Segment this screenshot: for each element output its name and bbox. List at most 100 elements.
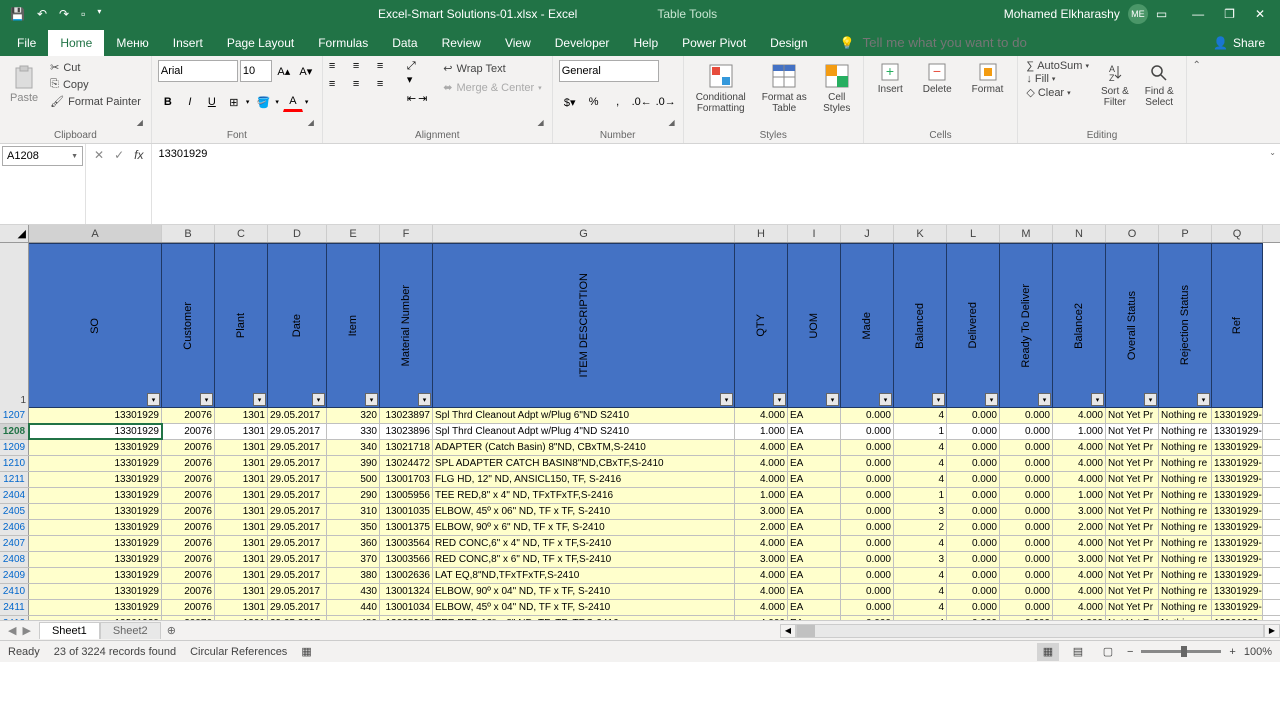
cell[interactable]: 0.000 <box>1000 504 1053 519</box>
cell[interactable]: 29.05.2017 <box>268 408 327 423</box>
table-row[interactable]: 24061330192920076130129.05.2017350130013… <box>0 520 1280 536</box>
cell[interactable]: 0.000 <box>947 408 1000 423</box>
cell[interactable]: 3 <box>894 552 947 567</box>
cell[interactable]: 4 <box>894 536 947 551</box>
cell[interactable]: 4.000 <box>1053 536 1106 551</box>
row-header[interactable]: 2409 <box>0 568 29 583</box>
cell[interactable]: 13301929-370 <box>1212 552 1263 567</box>
cell[interactable]: Not Yet Pr <box>1106 584 1159 599</box>
row-header[interactable]: 1207 <box>0 408 29 423</box>
ribbon-display-icon[interactable]: ▭ <box>1156 7 1167 21</box>
row-header[interactable]: 2407 <box>0 536 29 551</box>
cell[interactable]: 4.000 <box>1053 440 1106 455</box>
cell[interactable]: 13301929 <box>29 440 162 455</box>
cell[interactable]: 310 <box>327 504 380 519</box>
cell[interactable]: 13301929 <box>29 408 162 423</box>
sheet-tab-1[interactable]: Sheet1 <box>39 622 100 639</box>
cell[interactable]: 0.000 <box>947 536 1000 551</box>
number-launcher[interactable]: ◢ <box>669 118 675 127</box>
cell[interactable]: RED CONC,8" x 6" ND, TF x TF,S-2410 <box>433 552 735 567</box>
cell[interactable]: 3.000 <box>1053 504 1106 519</box>
cell[interactable]: 330 <box>327 424 380 439</box>
cell[interactable]: LAT EQ,8"ND,TFxTFxTF,S-2410 <box>433 568 735 583</box>
cell[interactable]: Not Yet Pr <box>1106 408 1159 423</box>
orientation-button[interactable]: ⤢ <box>407 60 427 73</box>
cell[interactable]: 29.05.2017 <box>268 504 327 519</box>
col-header[interactable]: M <box>1000 225 1053 242</box>
cell[interactable]: 0.000 <box>841 584 894 599</box>
col-header[interactable]: J <box>841 225 894 242</box>
cell[interactable]: 13003564 <box>380 536 433 551</box>
fill-color-button[interactable]: 🪣 <box>253 92 273 112</box>
cell[interactable]: 4 <box>894 600 947 615</box>
cell[interactable]: 4 <box>894 472 947 487</box>
minimize-icon[interactable]: — <box>1192 7 1204 21</box>
filter-icon[interactable]: ▾ <box>826 393 839 406</box>
cell[interactable]: 4.000 <box>1053 456 1106 471</box>
cell[interactable]: 0.000 <box>1000 600 1053 615</box>
cell[interactable]: 13005956 <box>380 488 433 503</box>
cell[interactable]: 20076 <box>162 552 215 567</box>
cell[interactable]: Nothing re <box>1159 488 1212 503</box>
cell[interactable]: 13301929-330 <box>1212 424 1263 439</box>
cell[interactable]: 0.000 <box>947 424 1000 439</box>
cell[interactable]: 360 <box>327 536 380 551</box>
fill-button[interactable]: ↓Fill▾ <box>1024 73 1091 85</box>
cell[interactable]: 1301 <box>215 568 268 583</box>
cell[interactable]: 13301929 <box>29 456 162 471</box>
sheet-nav-next[interactable]: ▶ <box>22 624 30 637</box>
cell[interactable]: 4 <box>894 568 947 583</box>
cell[interactable]: 13301929 <box>29 600 162 615</box>
cell[interactable]: 0.000 <box>947 600 1000 615</box>
cell[interactable]: 29.05.2017 <box>268 600 327 615</box>
filter-icon[interactable]: ▾ <box>879 393 892 406</box>
cell[interactable]: 1301 <box>215 600 268 615</box>
cell[interactable]: 1301 <box>215 584 268 599</box>
col-header[interactable]: E <box>327 225 380 242</box>
cell[interactable]: 13301929-430 <box>1212 584 1263 599</box>
cell[interactable]: EA <box>788 488 841 503</box>
cell[interactable]: 1301 <box>215 488 268 503</box>
cell[interactable]: 0.000 <box>947 616 1000 620</box>
cell[interactable]: 20076 <box>162 520 215 535</box>
filter-icon[interactable]: ▾ <box>1038 393 1051 406</box>
cut-button[interactable]: ✂Cut <box>46 60 145 75</box>
filter-icon[interactable]: ▾ <box>200 393 213 406</box>
cell[interactable]: 480 <box>327 616 380 620</box>
cell[interactable]: 0.000 <box>947 568 1000 583</box>
percent-button[interactable]: % <box>583 92 605 112</box>
cell[interactable]: 3.000 <box>1053 552 1106 567</box>
cell[interactable]: Spl Thrd Cleanout Adpt w/Plug 4"ND S2410 <box>433 424 735 439</box>
cell[interactable]: Not Yet Pr <box>1106 424 1159 439</box>
cell[interactable]: 0.000 <box>947 472 1000 487</box>
redo-icon[interactable]: ↷ <box>59 7 69 21</box>
zoom-out-button[interactable]: − <box>1127 646 1133 658</box>
tab-home[interactable]: Home <box>48 30 104 56</box>
increase-font-button[interactable]: A▴ <box>274 61 294 81</box>
filter-icon[interactable]: ▾ <box>1197 393 1210 406</box>
cell[interactable]: 3.000 <box>735 504 788 519</box>
filter-icon[interactable]: ▾ <box>147 393 160 406</box>
table-row[interactable]: 12071330192920076130129.05.2017320130238… <box>0 408 1280 424</box>
cell[interactable]: 20076 <box>162 584 215 599</box>
cell[interactable]: 13301929 <box>29 504 162 519</box>
cell[interactable]: ELBOW, 45º x 06" ND, TF x TF, S-2410 <box>433 504 735 519</box>
enter-formula-icon[interactable]: ✓ <box>114 148 124 162</box>
delete-cells-button[interactable]: −Delete <box>915 60 960 97</box>
cell[interactable]: 29.05.2017 <box>268 584 327 599</box>
cell[interactable]: 1301 <box>215 616 268 620</box>
row-header[interactable]: 1209 <box>0 440 29 455</box>
cell[interactable]: 0.000 <box>1000 568 1053 583</box>
cell[interactable]: 1.000 <box>1053 424 1106 439</box>
cell[interactable]: 20076 <box>162 408 215 423</box>
cell[interactable]: 0.000 <box>1000 488 1053 503</box>
clipboard-launcher[interactable]: ◢ <box>137 118 143 127</box>
cell[interactable]: 29.05.2017 <box>268 568 327 583</box>
cell[interactable]: 4.000 <box>1053 472 1106 487</box>
row-header[interactable]: 1210 <box>0 456 29 471</box>
cell[interactable]: 0.000 <box>841 600 894 615</box>
cell[interactable]: 0.000 <box>1000 424 1053 439</box>
cell[interactable]: 29.05.2017 <box>268 456 327 471</box>
cell[interactable]: SPL ADAPTER CATCH BASIN8"ND,CBxTF,S-2410 <box>433 456 735 471</box>
cell[interactable]: 0.000 <box>947 456 1000 471</box>
